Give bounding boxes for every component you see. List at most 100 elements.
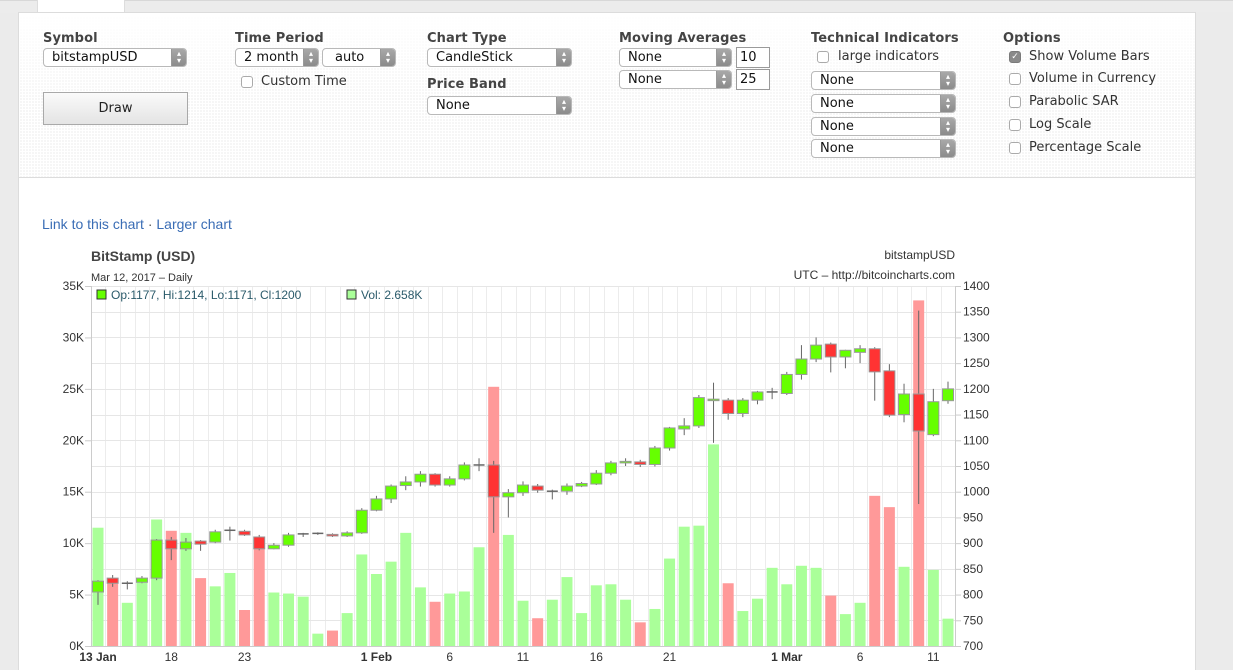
candle-body (707, 398, 720, 402)
right-tick-label: 800 (963, 588, 983, 602)
left-tick-label: 20K (63, 433, 84, 447)
volume-bar (795, 565, 807, 646)
volume-bar (414, 587, 426, 646)
volume-bar (283, 593, 295, 646)
right-tick-label: 1200 (963, 382, 990, 396)
x-tick-label: 1 Feb (361, 650, 392, 664)
candle-body (385, 485, 398, 500)
ohlc-legend: Op:1177, Hi:1214, Lo:1171, Cl:1200 (111, 288, 302, 302)
x-tick-label: 16 (590, 650, 604, 664)
candle-body (898, 393, 911, 416)
candle-body (502, 492, 515, 498)
candle-body (106, 577, 119, 584)
right-tick-label: 950 (963, 510, 983, 524)
volume-bar (678, 526, 690, 646)
volume-bar (751, 598, 763, 646)
chart-title: BitStamp (USD) (91, 248, 195, 264)
volume-bar (400, 532, 412, 646)
volume-bar (341, 613, 353, 646)
candle-body (883, 370, 896, 416)
candle-body (135, 577, 148, 583)
x-tick-label: 11 (517, 650, 530, 664)
volume-bar (326, 630, 338, 646)
candle-body (458, 464, 471, 480)
volume-bar (239, 610, 251, 646)
volume-bar (810, 567, 822, 646)
right-tick-label: 1250 (963, 356, 990, 370)
ohlc-legend-swatch (96, 289, 107, 300)
x-tick-label: 6 (446, 650, 453, 664)
left-tick-label: 15K (63, 485, 84, 499)
candle-body (619, 460, 632, 464)
candle-body (414, 473, 427, 483)
candle-body (751, 391, 764, 401)
candle-body (355, 509, 368, 534)
volume-bars (92, 300, 954, 646)
candle-body (780, 373, 793, 394)
volume-bar (429, 601, 441, 646)
candle-body (795, 358, 808, 375)
x-tick-label: 11 (927, 650, 940, 664)
candle-body (722, 399, 735, 415)
candle-body (179, 541, 192, 550)
volume-bar (136, 581, 148, 646)
left-tick-label: 25K (63, 382, 84, 396)
volume-legend-swatch (346, 289, 357, 300)
x-tick-label: 21 (663, 650, 677, 664)
volume-bar (576, 613, 588, 646)
volume-bar (195, 578, 207, 646)
volume-legend: Vol: 2.658K (361, 288, 422, 302)
candle-body (267, 544, 280, 550)
volume-bar (532, 618, 544, 646)
right-tick-label: 1000 (963, 485, 990, 499)
volume-bar (517, 600, 529, 646)
candle-body (678, 425, 691, 430)
candle-body (194, 540, 207, 545)
candle-body (370, 498, 383, 511)
volume-bar (312, 633, 324, 646)
candle-body (824, 343, 837, 358)
candle-body (604, 462, 617, 474)
candle-body (854, 348, 867, 353)
candle-body (92, 580, 104, 593)
candle-body (326, 533, 339, 537)
candle-body (927, 401, 940, 436)
candle-body (487, 464, 500, 498)
candle-body (165, 539, 178, 550)
volume-bar (121, 602, 133, 646)
candle-body (517, 484, 529, 494)
volume-bar (561, 577, 573, 646)
volume-bar (620, 599, 632, 646)
candle-body (590, 472, 603, 485)
candle-body (150, 539, 163, 579)
candlestick-chart: 0K5K10K15K20K25K30K35K700750800850900950… (63, 248, 990, 664)
candle-body (238, 530, 251, 536)
x-tick-label: 1 Mar (771, 650, 803, 664)
volume-bar (898, 566, 910, 646)
candles (92, 310, 954, 605)
right-tick-label: 1350 (963, 305, 990, 319)
candle-body (648, 447, 661, 465)
candle-body (912, 393, 925, 432)
left-tick-label: 10K (63, 536, 84, 550)
x-tick-label: 6 (857, 650, 864, 664)
volume-bar (546, 599, 558, 646)
candle-body (810, 344, 823, 360)
right-tick-label: 1050 (963, 459, 990, 473)
symbol-label: bitstampUSD (884, 248, 955, 262)
volume-bar (151, 519, 163, 646)
candle-body (634, 461, 647, 465)
x-tick-label: 18 (165, 650, 179, 664)
x-tick-label: 13 Jan (79, 650, 116, 664)
candle-body (531, 485, 544, 491)
volume-bar (693, 525, 705, 646)
volume-bar (766, 567, 778, 646)
x-tick-label: 23 (238, 650, 252, 664)
volume-bar (869, 495, 881, 646)
volume-bar (209, 586, 221, 646)
volume-bar (664, 558, 676, 646)
volume-bar (737, 611, 749, 646)
candle-body (399, 481, 412, 487)
candle-body (341, 532, 354, 537)
right-tick-label: 700 (963, 639, 983, 653)
